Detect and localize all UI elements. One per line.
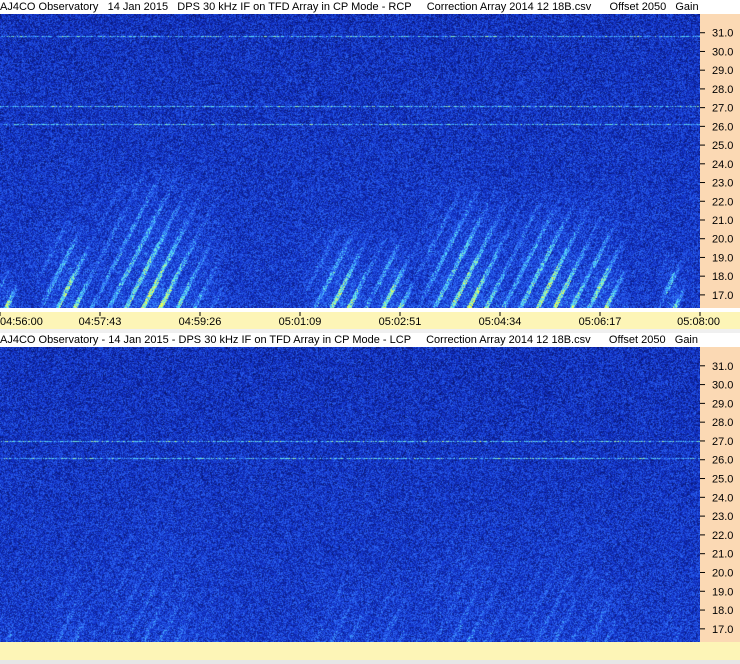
- freq-tick-label: 25.0: [712, 140, 733, 152]
- freq-tick-label: 28.0: [712, 417, 733, 429]
- freq-tick-label: 20.0: [712, 567, 733, 579]
- freq-tick-label: 23.0: [712, 511, 733, 523]
- freq-tick-label: 21.0: [712, 215, 733, 227]
- freq-tick-label: 25.0: [712, 474, 733, 486]
- time-axis-svg: 04:56:00 04:57:43 04:59:26 05:01:09 05:02:51…: [0, 312, 720, 328]
- time-tick-label: 05:02:51: [379, 316, 422, 328]
- time-tick-label: 05:08:00: [677, 316, 720, 328]
- freq-tick-label: 27.0: [712, 436, 733, 448]
- freq-tick-label: 30.0: [712, 380, 733, 392]
- rcp-spectrogram[interactable]: [0, 14, 700, 308]
- time-tick-label: 05:04:34: [479, 316, 522, 328]
- freq-tick-label: 22.0: [712, 530, 733, 542]
- time-tick-label: 04:56:00: [0, 316, 43, 328]
- freq-tick-label: 26.0: [712, 121, 733, 133]
- freq-tick-label: 21.0: [712, 549, 733, 561]
- freq-tick-label: 17.0: [712, 290, 733, 302]
- time-tick-label: 05:01:09: [279, 316, 322, 328]
- freq-tick-label: 24.0: [712, 159, 733, 171]
- freq-tick-label: 28.0: [712, 84, 733, 96]
- rcp-panel-title: AJ4CO Observatory 14 Jan 2015 DPS 30 kHz…: [0, 0, 700, 14]
- freq-tick-label: 31.0: [712, 28, 733, 40]
- lcp-frequency-axis-svg: 31.0 30.0 29.0 28.0 27.0 26.0 25.0 24.0 23.0 22.0…: [700, 361, 733, 636]
- freq-tick-label: 18.0: [712, 271, 733, 283]
- freq-tick-label: 17.0: [712, 624, 733, 636]
- lcp-spectrogram[interactable]: [0, 347, 700, 642]
- time-axis: 04:56:00 04:57:43 04:59:26 05:01:09 05:02:51…: [0, 312, 740, 329]
- footer-strip: [0, 642, 740, 664]
- freq-tick-label: 27.0: [712, 103, 733, 115]
- rcp-frequency-axis-svg: 31.0 30.0 29.0 28.0 27.0 26.0 25.0 24.0 23.0 22.0…: [700, 28, 733, 302]
- freq-tick-label: 18.0: [712, 605, 733, 617]
- freq-tick-label: 26.0: [712, 455, 733, 467]
- time-tick-label: 04:59:26: [179, 316, 222, 328]
- freq-tick-label: 29.0: [712, 65, 733, 77]
- footer-border: [0, 660, 740, 664]
- freq-tick-label: 19.0: [712, 252, 733, 264]
- rcp-frequency-axis: 31.0 30.0 29.0 28.0 27.0 26.0 25.0 24.0 23.0 22.0…: [700, 14, 740, 308]
- lcp-spectrogram-canvas: [0, 347, 700, 642]
- lcp-frequency-axis: 31.0 30.0 29.0 28.0 27.0 26.0 25.0 24.0 23.0 22.0…: [700, 347, 740, 642]
- time-tick-label: 05:06:17: [579, 316, 622, 328]
- freq-tick-label: 29.0: [712, 398, 733, 410]
- freq-tick-label: 20.0: [712, 234, 733, 246]
- freq-tick-label: 19.0: [712, 586, 733, 598]
- freq-tick-label: 31.0: [712, 361, 733, 373]
- freq-tick-label: 24.0: [712, 492, 733, 504]
- time-tick-label: 04:57:43: [79, 316, 122, 328]
- freq-tick-label: 30.0: [712, 46, 733, 58]
- lcp-panel-title: AJ4CO Observatory - 14 Jan 2015 - DPS 30…: [0, 333, 700, 347]
- freq-tick-label: 23.0: [712, 178, 733, 190]
- freq-tick-label: 22.0: [712, 196, 733, 208]
- rcp-spectrogram-canvas: [0, 14, 700, 308]
